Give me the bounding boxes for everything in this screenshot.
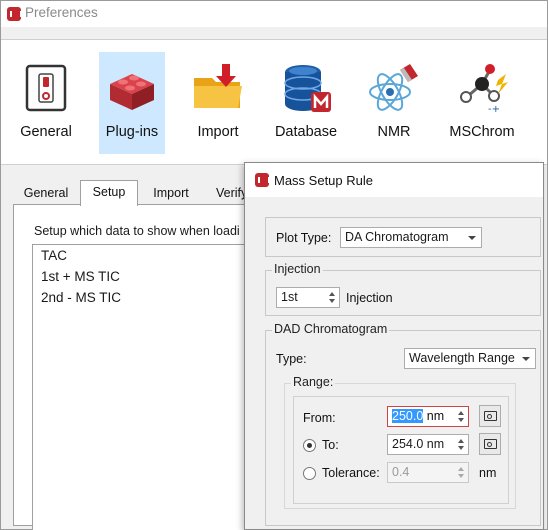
tolerance-radio[interactable] (303, 467, 316, 480)
chevron-down-icon (522, 357, 530, 361)
dad-chromatogram-group: DAD Chromatogram Type: Wavelength Range … (265, 322, 541, 526)
spin-down-icon[interactable] (329, 299, 335, 303)
tolerance-unit: nm (479, 466, 497, 480)
from-value: 250.0 (392, 409, 424, 423)
molecule-icon: -+ (460, 64, 508, 115)
injection-spinbox[interactable]: 1st (276, 287, 340, 308)
svg-text:-+: -+ (488, 104, 500, 115)
window-title: Preferences (25, 5, 98, 20)
folder-import-icon (194, 64, 242, 108)
range-group-title: Range: (291, 375, 336, 389)
capture-icon (484, 439, 497, 449)
setup-description: Setup which data to show when loadi (34, 224, 240, 238)
from-label: From: (303, 411, 336, 425)
type-value: Wavelength Range (409, 351, 515, 365)
toolbar-database-button[interactable]: Database (269, 52, 343, 154)
injection-group-title: Injection (272, 262, 323, 276)
range-group: Range: From: 250.0 nm To: 254.0 nm Toler… (284, 375, 516, 509)
tolerance-spinbox[interactable]: 0.4 (387, 462, 469, 483)
from-spinbox[interactable]: 250.0 nm (387, 406, 469, 427)
range-inner-box: From: 250.0 nm To: 254.0 nm Tolerance: 0… (293, 396, 509, 504)
toolbar-general-button[interactable]: General (11, 52, 81, 154)
spin-up-icon (458, 467, 464, 471)
app-logo-icon (7, 7, 22, 21)
plot-type-group: Plot Type: DA Chromatogram (265, 217, 541, 257)
to-label: To: (322, 438, 339, 452)
spin-up-icon[interactable] (458, 439, 464, 443)
injection-group: Injection 1st Injection (265, 262, 541, 316)
capture-icon (484, 411, 497, 421)
app-logo-icon (255, 173, 270, 187)
toolbar-plugins-label: Plug-ins (105, 124, 159, 140)
list-item[interactable]: 2nd - MS TIC (41, 290, 121, 305)
chevron-down-icon (468, 236, 476, 240)
spin-up-icon[interactable] (329, 292, 335, 296)
preferences-titlebar: Preferences (1, 1, 547, 27)
dialog-titlebar: Mass Setup Rule (245, 163, 543, 197)
spin-down-icon[interactable] (458, 446, 464, 450)
list-item[interactable]: TAC (41, 248, 67, 263)
injection-label: Injection (346, 291, 393, 305)
toolbar-nmr-button[interactable]: NMR (363, 52, 425, 154)
power-switch-icon (25, 64, 67, 112)
tolerance-value: 0.4 (392, 465, 410, 479)
toolbar-general-label: General (20, 124, 72, 140)
tab-import[interactable]: Import (139, 182, 203, 205)
plot-type-select[interactable]: DA Chromatogram (340, 227, 482, 248)
toolbar-mschrom-button[interactable]: -+ MSChrom (445, 52, 519, 154)
plot-type-label: Plot Type: (276, 231, 332, 245)
preferences-toolbar: General Plug-ins Import Database NMR -+ … (1, 39, 547, 165)
spin-down-icon (458, 474, 464, 478)
to-spinbox[interactable]: 254.0 nm (387, 434, 469, 455)
toolbar-database-label: Database (274, 124, 338, 140)
from-unit: nm (426, 409, 445, 423)
database-icon (284, 65, 331, 112)
dialog-title: Mass Setup Rule (274, 173, 373, 188)
capture-to-button[interactable] (479, 433, 501, 455)
list-item[interactable]: 1st + MS TIC (41, 269, 120, 284)
tab-setup[interactable]: Setup (80, 180, 138, 206)
atom-magnet-icon (369, 64, 418, 111)
injection-value: 1st (281, 290, 298, 304)
dad-group-title: DAD Chromatogram (272, 322, 390, 336)
type-label: Type: (276, 352, 307, 366)
spin-up-icon[interactable] (458, 411, 464, 415)
plot-type-value: DA Chromatogram (345, 230, 449, 244)
spin-down-icon[interactable] (458, 418, 464, 422)
toolbar-nmr-label: NMR (377, 124, 411, 140)
to-value: 254.0 nm (392, 437, 445, 451)
toolbar-import-button[interactable]: Import (185, 52, 251, 154)
tab-general[interactable]: General (13, 182, 79, 205)
type-select[interactable]: Wavelength Range (404, 348, 536, 369)
toolbar-import-label: Import (197, 124, 239, 140)
toolbar-plugins-button[interactable]: Plug-ins (99, 52, 165, 154)
toolbar-mschrom-label: MSChrom (449, 124, 515, 140)
mass-setup-rule-dialog: Mass Setup Rule Plot Type: DA Chromatogr… (244, 162, 544, 530)
tolerance-label: Tolerance: (322, 466, 380, 480)
capture-from-button[interactable] (479, 405, 501, 427)
brick-icon (110, 74, 154, 110)
to-radio[interactable] (303, 439, 316, 452)
